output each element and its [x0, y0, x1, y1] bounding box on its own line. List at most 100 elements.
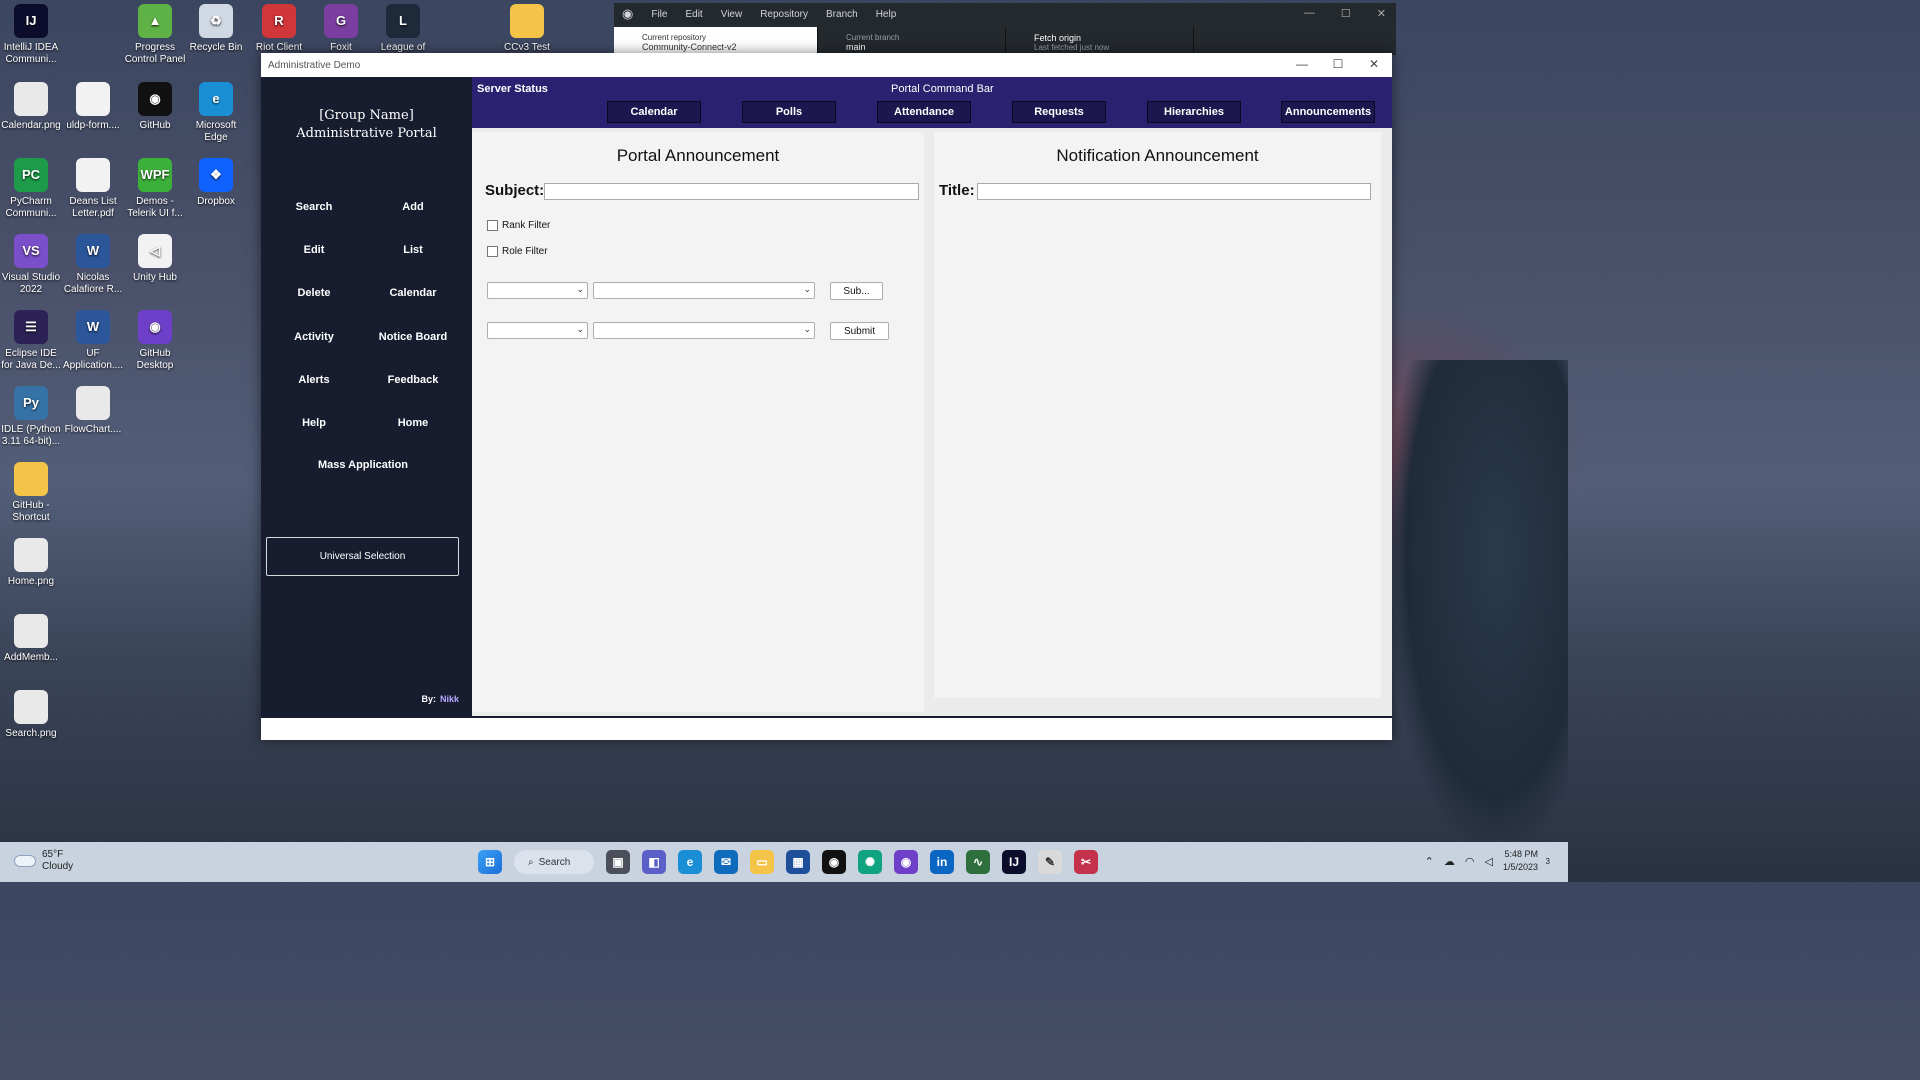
help-button[interactable]: Help — [269, 417, 359, 429]
desktop-shortcut[interactable]: AddMemb... — [0, 614, 62, 686]
desktop-shortcut[interactable]: ◉ GitHub — [124, 82, 186, 154]
menu-repository[interactable]: Repository — [760, 9, 808, 20]
snipping-tool-icon[interactable]: ✂ — [1074, 850, 1098, 874]
calendar-command-button[interactable]: Calendar — [607, 101, 701, 123]
universal-selection-button[interactable]: Universal Selection — [266, 537, 459, 576]
onedrive-icon[interactable]: ☁ — [1444, 855, 1455, 868]
feedback-button[interactable]: Feedback — [368, 374, 458, 386]
title-input[interactable] — [977, 183, 1371, 200]
clock[interactable]: 5:48 PM 1/5/2023 — [1503, 848, 1538, 874]
attendance-command-button[interactable]: Attendance — [877, 101, 971, 123]
desktop-shortcut[interactable]: VS Visual Studio 2022 — [0, 234, 62, 306]
submit-button[interactable]: Submit — [830, 322, 889, 340]
desktop-shortcut[interactable]: ◉ GitHub Desktop — [124, 310, 186, 382]
desktop-shortcut[interactable]: ◁ Unity Hub — [124, 234, 186, 306]
requests-command-button[interactable]: Requests — [1012, 101, 1106, 123]
polls-command-button[interactable]: Polls — [742, 101, 836, 123]
minimize-icon[interactable]: — — [1304, 7, 1315, 20]
menu-view[interactable]: View — [721, 9, 743, 20]
chat-icon[interactable]: ◧ — [642, 850, 666, 874]
intellij-icon: IJ — [14, 4, 48, 38]
notification-count[interactable]: 3 — [1546, 857, 1550, 866]
github-desktop-window[interactable]: ◉ File Edit View Repository Branch Help … — [614, 3, 1396, 55]
desktop-shortcut[interactable]: PC PyCharm Communi... — [0, 158, 62, 230]
alerts-button[interactable]: Alerts — [269, 374, 359, 386]
start-icon[interactable]: ⊞ — [478, 850, 502, 874]
close-icon[interactable]: ✕ — [1377, 7, 1386, 20]
desktop-shortcut[interactable]: GitHub - Shortcut — [0, 462, 62, 534]
desktop-shortcut[interactable]: Deans List Letter.pdf — [62, 158, 124, 230]
maximize-icon[interactable]: ☐ — [1341, 7, 1351, 20]
snake-app-icon[interactable]: ∿ — [966, 850, 990, 874]
file-explorer-icon[interactable]: ▭ — [750, 850, 774, 874]
fetch-origin-button[interactable]: Fetch origin Last fetched just now — [1006, 27, 1194, 55]
current-branch-button[interactable]: Current branch main — [818, 27, 1006, 55]
desktop-shortcut[interactable]: ☰ Eclipse IDE for Java De... — [0, 310, 62, 382]
menu-help[interactable]: Help — [876, 9, 897, 20]
announcements-command-button[interactable]: Announcements — [1281, 101, 1375, 123]
paint-icon[interactable]: ✎ — [1038, 850, 1062, 874]
task-view-icon[interactable]: ▣ — [606, 850, 630, 874]
portal-name: Administrative Portal — [296, 126, 437, 141]
server-status-label[interactable]: Server Status — [477, 83, 548, 95]
desktop-shortcut-label: Progress Control Panel — [124, 42, 186, 65]
desktop-shortcut[interactable]: Search.png — [0, 690, 62, 762]
rank-filter-label: Rank Filter — [502, 220, 551, 231]
chevron-up-icon[interactable]: ⌃ — [1425, 855, 1434, 868]
hierarchies-command-button[interactable]: Hierarchies — [1147, 101, 1241, 123]
maximize-icon[interactable]: ☐ — [1332, 57, 1344, 71]
desktop-shortcut[interactable]: Calendar.png — [0, 82, 62, 154]
notice-board-button[interactable]: Notice Board — [368, 331, 458, 343]
delete-button[interactable]: Delete — [269, 287, 359, 299]
activity-button[interactable]: Activity — [269, 331, 359, 343]
edge-icon[interactable]: e — [678, 850, 702, 874]
wifi-icon[interactable]: ◠ — [1465, 855, 1475, 868]
close-icon[interactable]: ✕ — [1368, 57, 1380, 71]
desktop-shortcut[interactable]: WPF Demos - Telerik UI f... — [124, 158, 186, 230]
menu-branch[interactable]: Branch — [826, 9, 858, 20]
current-repository-button[interactable]: Current repository Community-Connect-v2 — [614, 27, 818, 55]
minimize-icon[interactable]: — — [1296, 57, 1308, 71]
volume-muted-icon[interactable]: ◁ — [1484, 855, 1492, 868]
edit-button[interactable]: Edit — [269, 244, 359, 256]
desktop-shortcut[interactable]: ▲ Progress Control Panel — [124, 4, 186, 76]
menu-file[interactable]: File — [651, 9, 667, 20]
desktop-shortcut[interactable]: ♻ Recycle Bin — [185, 4, 247, 76]
mass-application-button[interactable]: Mass Application — [301, 459, 425, 471]
github-desktop-icon[interactable]: ◉ — [894, 850, 918, 874]
github-icon[interactable]: ◉ — [822, 850, 846, 874]
desktop-shortcut[interactable]: uldp-form.... — [62, 82, 124, 154]
wpf-icon: WPF — [138, 158, 172, 192]
desktop-shortcut[interactable]: W Nicolas Calafiore R... — [62, 234, 124, 306]
role-filter-checkbox[interactable]: Role Filter — [487, 246, 548, 257]
add-button[interactable]: Add — [368, 201, 458, 213]
desktop-shortcut[interactable]: ❖ Dropbox — [185, 158, 247, 230]
intellij-icon[interactable]: IJ — [1002, 850, 1026, 874]
rank-dropdown[interactable]: ⌄ — [487, 282, 588, 299]
desktop-shortcut[interactable]: e Microsoft Edge — [185, 82, 247, 154]
checkbox-icon[interactable] — [487, 220, 498, 231]
rank-value-dropdown[interactable]: ⌄ — [593, 282, 815, 299]
store-icon[interactable]: ▦ — [786, 850, 810, 874]
taskbar-search[interactable]: ⌕ Search — [514, 850, 594, 874]
list-button[interactable]: List — [368, 244, 458, 256]
desktop-shortcut[interactable]: Home.png — [0, 538, 62, 610]
sub-button[interactable]: Sub... — [830, 282, 883, 300]
linkedin-icon[interactable]: in — [930, 850, 954, 874]
search-button[interactable]: Search — [269, 201, 359, 213]
desktop-shortcut[interactable]: W UF Application.... — [62, 310, 124, 382]
subject-input[interactable] — [544, 183, 919, 200]
weather-widget[interactable]: 65°F Cloudy — [14, 849, 73, 873]
checkbox-icon[interactable] — [487, 246, 498, 257]
role-dropdown[interactable]: ⌄ — [487, 322, 588, 339]
role-value-dropdown[interactable]: ⌄ — [593, 322, 815, 339]
menu-edit[interactable]: Edit — [685, 9, 702, 20]
calendar-button[interactable]: Calendar — [368, 287, 458, 299]
desktop-shortcut[interactable]: FlowChart.... — [62, 386, 124, 458]
mail-icon[interactable]: ✉ — [714, 850, 738, 874]
home-button[interactable]: Home — [368, 417, 458, 429]
desktop-shortcut[interactable]: IJ IntelliJ IDEA Communi... — [0, 4, 62, 76]
desktop-shortcut[interactable]: Py IDLE (Python 3.11 64-bit)... — [0, 386, 62, 458]
rank-filter-checkbox[interactable]: Rank Filter — [487, 220, 550, 231]
chatgpt-icon[interactable]: ✺ — [858, 850, 882, 874]
